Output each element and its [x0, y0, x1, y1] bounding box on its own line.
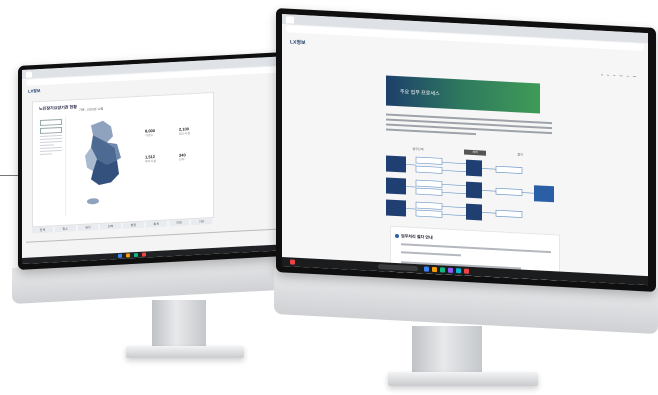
- nav-link[interactable]: ▪▪: [613, 73, 615, 77]
- nav-link[interactable]: ▪▪: [627, 74, 629, 78]
- text-line: [40, 137, 62, 141]
- map-region-island: [87, 198, 99, 205]
- legend-label: 결과: [517, 152, 523, 157]
- nav-link[interactable]: ▪▪: [607, 73, 609, 77]
- flow-node-step: [415, 187, 443, 196]
- left-screen: LX정보 노인장기요양기관 현황 기준 : 2023년 12월 8,000 기관…: [22, 54, 314, 264]
- flow-node-step: [495, 165, 523, 174]
- nav-link[interactable]: ▪▪▪: [619, 74, 622, 78]
- stat-item: 2,100 입소시설: [179, 126, 190, 136]
- browser-tab[interactable]: [26, 70, 32, 78]
- tab-item[interactable]: 재가: [77, 224, 99, 232]
- left-stand-foot: [126, 346, 244, 358]
- stat-label: 입소시설: [179, 131, 191, 136]
- nav-link[interactable]: ▪▪: [601, 73, 603, 77]
- app-icon[interactable]: [432, 266, 437, 273]
- stats-panel: 노인장기요양기관 현황 기준 : 2023년 12월 8,000 기관수 2,1…: [32, 91, 214, 228]
- flow-node-step: [495, 187, 523, 196]
- start-icon[interactable]: [118, 253, 122, 258]
- app-icon[interactable]: [464, 268, 469, 274]
- browser-tab[interactable]: [286, 15, 294, 24]
- text-line: [40, 153, 52, 156]
- flow-node-step: [415, 209, 443, 218]
- taskbar-search[interactable]: [378, 264, 418, 272]
- filter-select[interactable]: [40, 126, 62, 135]
- text-line: [40, 146, 62, 150]
- korea-map[interactable]: [77, 118, 123, 210]
- flow-node-mid: [466, 159, 482, 177]
- panel-title: 노인장기요양기관 현황: [39, 104, 77, 112]
- flow-node-end: [534, 185, 554, 203]
- scene: LX정보 노인장기요양기관 현황 기준 : 2023년 12월 8,000 기관…: [0, 0, 658, 395]
- tab-item[interactable]: 전체: [32, 226, 53, 234]
- text-line: [40, 144, 54, 147]
- flow-node-mid: [466, 203, 482, 221]
- process-flow: [386, 155, 554, 221]
- right-stand-foot: [388, 372, 538, 386]
- filter-sidebar: [37, 116, 66, 219]
- app-icon[interactable]: [448, 267, 453, 273]
- right-screen: LX정보 ▪▪ ▪▪ ▪▪ ▪▪▪ ▪▪ ▪▪▪ 주요 업무 프로세스 업무단계…: [282, 14, 648, 286]
- stat-label: 인력: [179, 157, 185, 162]
- app-icon[interactable]: [134, 252, 138, 258]
- text-line: [401, 251, 461, 257]
- flow-node-mid: [466, 181, 482, 199]
- card-heading: 업무처리 절차 안내: [401, 233, 433, 240]
- panel-subtitle: 기준 : 2023년 12월: [79, 106, 104, 113]
- flow-node-step: [415, 165, 443, 174]
- flow-node-start: [386, 155, 406, 173]
- banner-title: 주요 업무 프로세스: [400, 89, 440, 98]
- filter-select[interactable]: [40, 118, 62, 127]
- page-banner: 주요 업무 프로세스: [386, 75, 540, 114]
- flow-node-step: [415, 179, 443, 188]
- tab-item[interactable]: 지역: [168, 219, 190, 227]
- app-icon[interactable]: [440, 267, 445, 273]
- flow-node-start: [386, 199, 406, 217]
- legend-label: 업무단계: [412, 146, 424, 152]
- stat-item: 1,512 재가시설: [145, 154, 156, 164]
- start-icon[interactable]: [290, 259, 295, 265]
- app-icon[interactable]: [126, 253, 130, 258]
- text-line: [40, 149, 62, 153]
- legend-label: 처리: [464, 149, 486, 156]
- flow-node-step: [495, 209, 523, 218]
- text-line: [40, 140, 62, 144]
- tab-item[interactable]: 기타: [191, 218, 212, 226]
- flow-node-step: [415, 201, 443, 210]
- app-icon[interactable]: [424, 266, 429, 272]
- app-icon[interactable]: [456, 268, 461, 274]
- tab-item[interactable]: 입소: [54, 225, 76, 233]
- left-stand-neck: [152, 300, 206, 352]
- text-line: [40, 134, 62, 138]
- site-logo[interactable]: LX정보: [290, 38, 306, 46]
- stat-label: 기관수: [145, 133, 154, 138]
- stat-item: 8,000 기관수: [145, 128, 155, 138]
- flow-node-step: [415, 156, 443, 165]
- flow-node-start: [386, 177, 406, 195]
- top-nav: ▪▪ ▪▪ ▪▪ ▪▪▪ ▪▪ ▪▪▪: [601, 73, 636, 79]
- app-icon[interactable]: [142, 252, 146, 257]
- tab-item[interactable]: 통계: [145, 220, 167, 228]
- tab-item[interactable]: 인력: [100, 222, 121, 230]
- nav-link[interactable]: ▪▪▪: [633, 74, 636, 78]
- stat-label: 재가시설: [145, 158, 157, 164]
- stat-item: 340 인력: [179, 152, 186, 161]
- bullet-icon: [395, 233, 399, 239]
- tab-item[interactable]: 현황: [123, 221, 144, 229]
